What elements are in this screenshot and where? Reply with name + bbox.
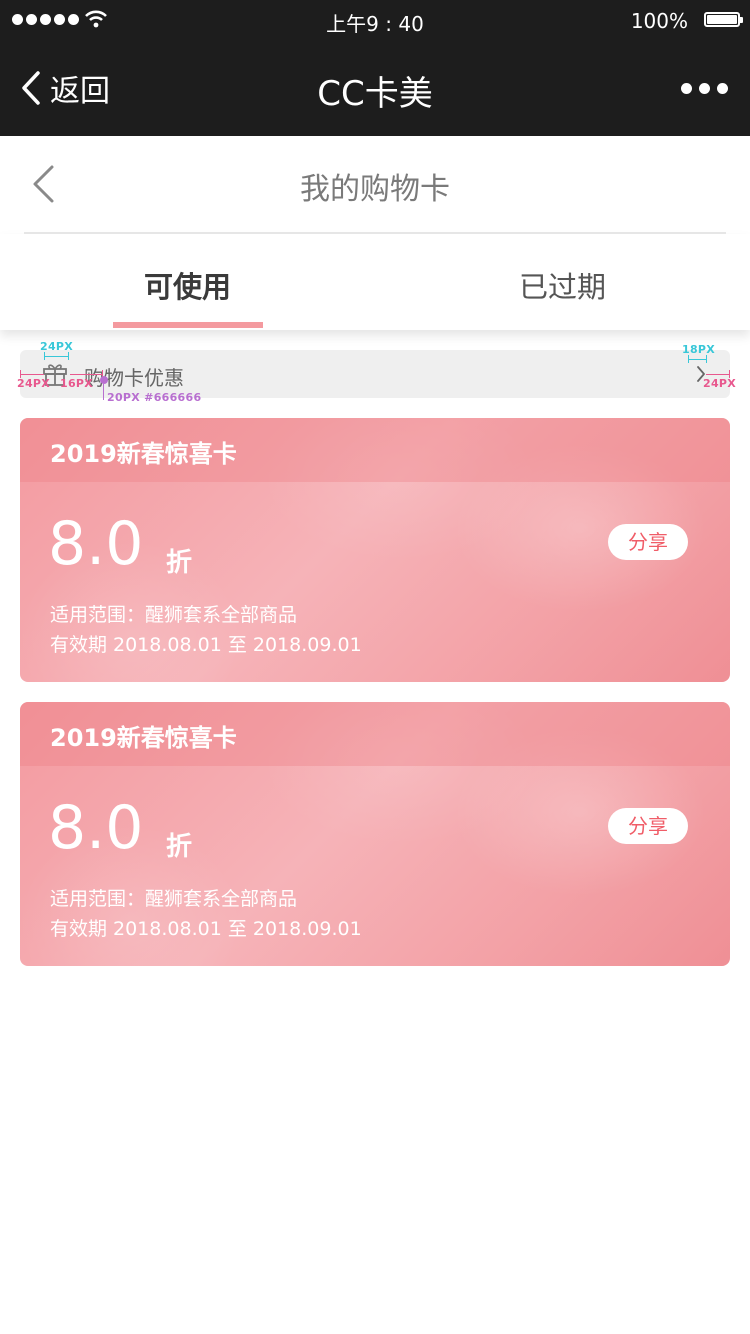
share-button[interactable]: 分享: [608, 524, 688, 560]
spec-marker-dot: [100, 376, 108, 384]
nav-bar: 返回 CC卡美: [0, 40, 750, 136]
shopping-card[interactable]: 2019新春惊喜卡 8.0 折 分享 适用范围：醒狮套系全部商品 有效期 201…: [20, 418, 730, 682]
card-scope: 适用范围：醒狮套系全部商品: [50, 888, 298, 910]
spec-measure-tick: [68, 352, 69, 360]
card-title: 2019新春惊喜卡: [50, 724, 237, 752]
spec-right-margin: 24PX: [703, 377, 737, 390]
tab-expired[interactable]: 已过期: [375, 264, 750, 306]
battery-icon: [704, 12, 743, 27]
tab-bar: 可使用 已过期: [0, 234, 750, 330]
status-bar: 上午9 : 40 100%: [0, 0, 750, 40]
active-tab-indicator: [113, 322, 263, 328]
card-discount-unit: 折: [166, 548, 193, 578]
card-title: 2019新春惊喜卡: [50, 440, 237, 468]
card-discount-value: 8.0: [48, 793, 144, 863]
more-icon[interactable]: [681, 83, 728, 94]
share-button[interactable]: 分享: [608, 808, 688, 844]
spec-marker-line: [103, 384, 104, 400]
card-validity-period: 有效期 2018.08.01 至 2018.09.01: [50, 634, 362, 656]
spec-icon-gap: 16PX: [60, 377, 94, 390]
card-validity-period: 有效期 2018.08.01 至 2018.09.01: [50, 918, 362, 940]
card-scope: 适用范围：醒狮套系全部商品: [50, 604, 298, 626]
spec-measure-line: [20, 374, 44, 375]
battery-percent: 100%: [630, 9, 688, 33]
spec-measure-line: [688, 359, 706, 360]
page-title: 我的购物卡: [300, 172, 450, 207]
spec-arrow-size: 18PX: [682, 343, 716, 356]
tab-available[interactable]: 可使用: [0, 264, 375, 306]
card-discount-unit: 折: [166, 832, 193, 862]
spec-measure-tick: [706, 355, 707, 363]
spec-measure-tick: [688, 355, 689, 363]
spec-text-style: 20PX #666666: [107, 391, 202, 404]
spec-left-margin: 24PX: [17, 377, 51, 390]
spec-measure-line: [70, 374, 102, 375]
promo-label: 购物卡优惠: [84, 366, 184, 390]
spec-measure-line: [706, 374, 730, 375]
card-discount-value: 8.0: [48, 509, 144, 579]
spec-measure-tick: [44, 352, 45, 360]
page-header: 我的购物卡: [0, 136, 750, 232]
shopping-card[interactable]: 2019新春惊喜卡 8.0 折 分享 适用范围：醒狮套系全部商品 有效期 201…: [20, 702, 730, 966]
app-title: CC卡美: [317, 74, 433, 114]
spec-measure-line: [44, 356, 68, 357]
